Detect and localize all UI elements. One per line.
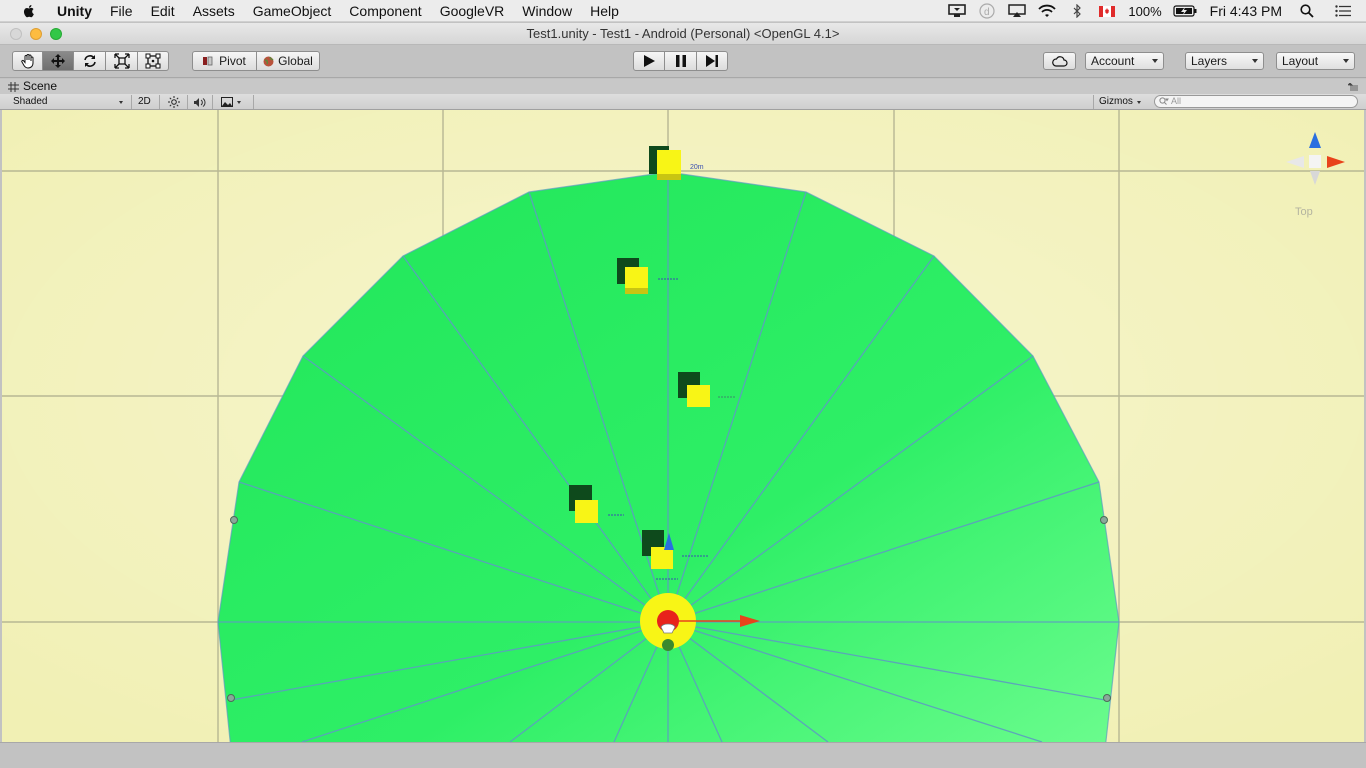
menubar-clock[interactable]: Fri 4:43 PM bbox=[1202, 3, 1292, 19]
scene-view-toolbar: Shaded 2D Gizmos All bbox=[0, 94, 1366, 110]
scene-search-input[interactable]: All bbox=[1154, 95, 1358, 108]
menu-googlevr[interactable]: GoogleVR bbox=[431, 0, 514, 22]
collab-cloud-button[interactable] bbox=[1043, 52, 1076, 70]
image-effects-icon bbox=[221, 97, 233, 107]
z-axis-handle-icon[interactable] bbox=[662, 639, 674, 651]
globe-icon bbox=[263, 56, 274, 66]
gizmos-label: Gizmos bbox=[1099, 96, 1133, 107]
menu-assets[interactable]: Assets bbox=[184, 0, 244, 22]
scene-lighting-toggle[interactable] bbox=[168, 94, 182, 110]
scene-tab-label: Scene bbox=[23, 79, 58, 93]
pause-button[interactable] bbox=[665, 51, 697, 71]
shading-mode-label: Shaded bbox=[13, 96, 48, 107]
play-icon bbox=[644, 55, 655, 67]
playback-controls bbox=[633, 51, 728, 71]
scene-grid-icon bbox=[8, 81, 19, 92]
scene-search-placeholder: All bbox=[1171, 96, 1182, 106]
pause-icon bbox=[675, 55, 686, 67]
toggle-2d-button[interactable]: 2D bbox=[138, 94, 154, 110]
pivot-global-toggle: Pivot Global bbox=[192, 51, 320, 71]
scene-tab-bar: Scene bbox=[0, 79, 1366, 94]
scene-viewport[interactable]: 20m bbox=[2, 110, 1364, 742]
rect-tool-icon bbox=[145, 53, 161, 69]
toggle-2d-label: 2D bbox=[138, 96, 151, 107]
battery-percent: 100% bbox=[1128, 3, 1162, 19]
cloud-icon bbox=[1051, 55, 1068, 67]
move-tool-icon bbox=[51, 54, 65, 68]
menu-help[interactable]: Help bbox=[581, 0, 628, 22]
step-button[interactable] bbox=[697, 51, 728, 71]
chevron-down-icon bbox=[237, 100, 241, 104]
chevron-down-icon bbox=[119, 100, 123, 104]
distance-label: 20m bbox=[690, 164, 704, 171]
menu-unity[interactable]: Unity bbox=[53, 0, 101, 22]
chevron-down-icon bbox=[1136, 100, 1141, 104]
canada-flag-icon[interactable] bbox=[1096, 0, 1118, 22]
unity-toolbar: Pivot Global Account Layers Layout bbox=[0, 45, 1366, 78]
pivot-button[interactable]: Pivot bbox=[192, 51, 257, 71]
view-label[interactable]: Top bbox=[1295, 206, 1313, 218]
gizmos-dropdown[interactable]: Gizmos bbox=[1099, 94, 1145, 110]
play-button[interactable] bbox=[633, 51, 665, 71]
layout-label: Layout bbox=[1282, 54, 1319, 68]
macos-menu-bar: Unity File Edit Assets GameObject Compon… bbox=[0, 0, 1366, 22]
svg-text:d: d bbox=[984, 7, 990, 18]
global-label: Global bbox=[278, 54, 313, 68]
scale-tool-button[interactable] bbox=[106, 51, 138, 71]
speaker-icon bbox=[194, 97, 206, 107]
rotate-tool-icon bbox=[83, 55, 96, 67]
menu-window[interactable]: Window bbox=[513, 0, 581, 22]
menu-file[interactable]: File bbox=[101, 0, 142, 22]
pivot-icon bbox=[203, 56, 213, 66]
menu-gameobject[interactable]: GameObject bbox=[244, 0, 341, 22]
search-icon bbox=[1159, 97, 1169, 105]
transform-tools bbox=[12, 51, 169, 71]
scene-canvas[interactable]: 20m bbox=[2, 110, 1364, 742]
account-dropdown[interactable]: Account bbox=[1085, 52, 1164, 70]
dashlane-icon[interactable]: d bbox=[976, 0, 998, 22]
bluetooth-icon[interactable] bbox=[1066, 0, 1088, 22]
rotate-tool-button[interactable] bbox=[74, 51, 106, 71]
window-title: Test1.unity - Test1 - Android (Personal)… bbox=[526, 26, 840, 41]
pivot-label: Pivot bbox=[219, 54, 246, 68]
sun-icon bbox=[168, 96, 180, 108]
status-area: d 100% Fri 4:43 PM bbox=[942, 0, 1366, 22]
global-button[interactable]: Global bbox=[257, 51, 320, 71]
rect-tool-button[interactable] bbox=[138, 51, 169, 71]
scene-effects-dropdown[interactable] bbox=[221, 94, 249, 110]
panel-menu-icon[interactable] bbox=[1348, 83, 1358, 91]
remote-desktop-icon[interactable] bbox=[946, 0, 968, 22]
status-bar bbox=[0, 742, 1366, 768]
hand-tool-icon bbox=[20, 54, 33, 69]
layers-dropdown[interactable]: Layers bbox=[1185, 52, 1264, 70]
account-label: Account bbox=[1091, 54, 1135, 68]
chevron-down-icon bbox=[1252, 59, 1258, 63]
wifi-icon[interactable] bbox=[1036, 0, 1058, 22]
chevron-down-icon bbox=[1343, 59, 1349, 63]
menu-component[interactable]: Component bbox=[340, 0, 430, 22]
shading-mode-dropdown[interactable]: Shaded bbox=[13, 94, 125, 110]
battery-icon[interactable] bbox=[1172, 0, 1198, 22]
apple-menu-icon[interactable] bbox=[21, 3, 37, 19]
layers-label: Layers bbox=[1191, 54, 1228, 68]
camera-icon bbox=[660, 623, 676, 634]
tab-scene[interactable]: Scene bbox=[8, 79, 57, 94]
airplay-icon[interactable] bbox=[1006, 0, 1028, 22]
scene-audio-toggle[interactable] bbox=[193, 94, 207, 110]
notification-center-icon[interactable] bbox=[1332, 0, 1354, 22]
scale-tool-icon bbox=[113, 53, 130, 69]
spotlight-search-icon[interactable] bbox=[1296, 0, 1318, 22]
window-title-bar: Test1.unity - Test1 - Android (Personal)… bbox=[0, 23, 1366, 45]
move-tool-button[interactable] bbox=[43, 51, 74, 71]
menu-edit[interactable]: Edit bbox=[142, 0, 184, 22]
hand-tool-button[interactable] bbox=[12, 51, 43, 71]
layout-dropdown[interactable]: Layout bbox=[1276, 52, 1355, 70]
chevron-down-icon bbox=[1152, 59, 1158, 63]
step-icon bbox=[706, 55, 718, 67]
